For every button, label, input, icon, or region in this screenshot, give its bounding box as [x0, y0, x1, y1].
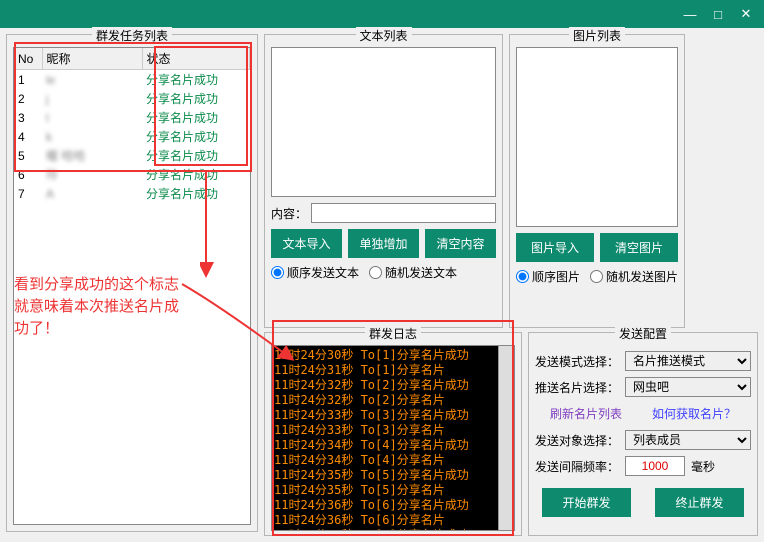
mode-select[interactable]: 名片推送模式 — [625, 351, 751, 371]
log-textarea[interactable]: 11时24分30秒 To[1]分享名片成功11时24分31秒 To[1]分享名片… — [271, 345, 515, 531]
image-rand-radio[interactable]: 随机发送图片 — [590, 268, 678, 285]
card-label: 推送名片选择： — [535, 379, 619, 396]
titlebar: — □ ✕ — [0, 0, 764, 28]
minimize-button[interactable]: — — [676, 4, 704, 24]
text-add-button[interactable]: 单独增加 — [348, 229, 419, 258]
config-title: 发送配置 — [615, 325, 671, 342]
log-line: 11时24分35秒 To[5]分享名片 — [274, 483, 512, 498]
target-label: 发送对象选择： — [535, 432, 619, 449]
content-label: 内容： — [271, 205, 307, 222]
interval-unit: 毫秒 — [691, 458, 715, 475]
log-line: 11时24分34秒 To[4]分享名片成功 — [274, 438, 512, 453]
close-button[interactable]: ✕ — [732, 4, 760, 24]
refresh-card-link[interactable]: 刷新名片列表 — [550, 405, 622, 422]
text-seq-radio[interactable]: 顺序发送文本 — [271, 264, 359, 281]
log-line: 11时24分32秒 To[2]分享名片成功 — [274, 378, 512, 393]
target-select[interactable]: 列表成员 — [625, 430, 751, 450]
text-list-title: 文本列表 — [355, 27, 411, 44]
config-panel: 发送配置 发送模式选择： 名片推送模式 推送名片选择： 网虫吧 刷新名片列表 如… — [528, 332, 758, 536]
log-line: 11时24分33秒 To[3]分享名片 — [274, 423, 512, 438]
table-row[interactable]: 7A分享名片成功 — [14, 184, 250, 203]
log-title: 群发日志 — [365, 325, 421, 342]
text-import-button[interactable]: 文本导入 — [271, 229, 342, 258]
image-import-button[interactable]: 图片导入 — [516, 233, 594, 262]
table-row[interactable]: 2j分享名片成功 — [14, 89, 250, 108]
start-button[interactable]: 开始群发 — [542, 488, 630, 517]
task-table[interactable]: No 昵称 状态 1le分享名片成功2j分享名片成功3l分享名片成功4k分享名片… — [13, 47, 251, 525]
log-line: 11时24分32秒 To[2]分享名片 — [274, 393, 512, 408]
col-nick: 昵称 — [42, 48, 142, 70]
table-row[interactable]: 5喔 哈哈分享名片成功 — [14, 146, 250, 165]
col-no: No — [14, 48, 42, 70]
text-list-panel: 文本列表 内容： 文本导入 单独增加 清空内容 顺序发送文本 随机发送文本 — [264, 34, 503, 328]
content-input[interactable] — [311, 203, 496, 223]
stop-button[interactable]: 终止群发 — [655, 488, 743, 517]
image-clear-button[interactable]: 清空图片 — [600, 233, 678, 262]
log-line: 11时24分36秒 To[6]分享名片 — [274, 513, 512, 528]
image-list-title: 图片列表 — [569, 27, 625, 44]
text-listbox[interactable] — [271, 47, 496, 197]
log-line: 11时24分36秒 To[6]分享名片成功 — [274, 498, 512, 513]
log-line: 11时24分37秒 To[7]分享名片成功 — [274, 528, 512, 531]
interval-input[interactable] — [625, 456, 685, 476]
maximize-button[interactable]: □ — [704, 4, 732, 24]
log-line: 11时24分31秒 To[1]分享名片 — [274, 363, 512, 378]
image-listbox[interactable] — [516, 47, 678, 227]
mode-label: 发送模式选择： — [535, 353, 619, 370]
task-list-title: 群发任务列表 — [92, 27, 172, 44]
howto-card-link[interactable]: 如何获取名片？ — [652, 405, 736, 422]
text-rand-radio[interactable]: 随机发送文本 — [369, 264, 457, 281]
log-line: 11时24分34秒 To[4]分享名片 — [274, 453, 512, 468]
col-status: 状态 — [142, 48, 250, 70]
log-line: 11时24分33秒 To[3]分享名片成功 — [274, 408, 512, 423]
table-row[interactable]: 6玲分享名片成功 — [14, 165, 250, 184]
log-scrollbar[interactable] — [498, 346, 514, 530]
log-line: 11时24分35秒 To[5]分享名片成功 — [274, 468, 512, 483]
table-row[interactable]: 3l分享名片成功 — [14, 108, 250, 127]
log-panel: 群发日志 11时24分30秒 To[1]分享名片成功11时24分31秒 To[1… — [264, 332, 522, 536]
image-list-panel: 图片列表 图片导入 清空图片 顺序图片 随机发送图片 — [509, 34, 685, 328]
log-line: 11时24分30秒 To[1]分享名片成功 — [274, 348, 512, 363]
text-clear-button[interactable]: 清空内容 — [425, 229, 496, 258]
card-select[interactable]: 网虫吧 — [625, 377, 751, 397]
interval-label: 发送间隔频率： — [535, 458, 619, 475]
table-row[interactable]: 1le分享名片成功 — [14, 70, 250, 90]
table-row[interactable]: 4k分享名片成功 — [14, 127, 250, 146]
task-list-panel: 群发任务列表 No 昵称 状态 1le分享名片成功2j分享名片成功3l分享名片成… — [6, 34, 258, 532]
image-seq-radio[interactable]: 顺序图片 — [516, 268, 580, 285]
